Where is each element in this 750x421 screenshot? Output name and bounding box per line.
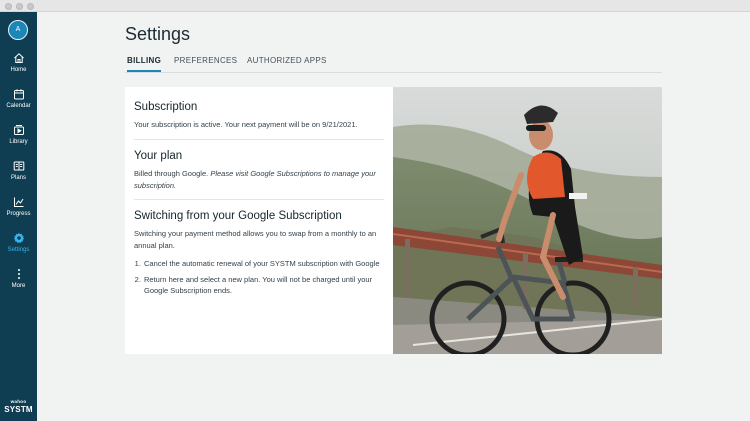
- calendar-icon: [13, 89, 24, 100]
- subscription-status-text: Your subscription is active. Your next p…: [134, 120, 358, 129]
- gear-icon: [13, 232, 24, 243]
- sidebar-item-library[interactable]: Library: [0, 124, 37, 156]
- sidebar-item-label: Settings: [7, 247, 30, 253]
- brand-big-text: SYSTM: [4, 405, 33, 414]
- avatar[interactable]: A: [8, 20, 28, 40]
- plan-billing-text: Billed through Google.: [134, 169, 209, 178]
- sidebar-item-label: Calendar: [6, 103, 31, 109]
- tab-authorized-apps[interactable]: AUTHORIZED APPS: [247, 56, 327, 65]
- plan-text-wrapper: Billed through Google. Please visit Goog…: [134, 168, 384, 191]
- window-titlebar: [0, 0, 750, 12]
- sidebar-item-label: More: [11, 283, 26, 289]
- plan-section: Your plan Billed through Google. Please …: [134, 140, 384, 200]
- cyclist-photo: [393, 87, 662, 354]
- zoom-window-button[interactable]: [27, 3, 34, 10]
- home-icon: [13, 53, 24, 63]
- sidebar-item-label: Plans: [10, 175, 26, 181]
- minimize-window-button[interactable]: [16, 3, 23, 10]
- tab-preferences[interactable]: PREFERENCES: [174, 56, 237, 65]
- switching-section: Switching from your Google Subscription …: [134, 200, 384, 297]
- billing-details: Subscription Your subscription is active…: [125, 87, 393, 354]
- sidebar-item-label: Library: [9, 139, 28, 145]
- subscription-section: Subscription Your subscription is active…: [134, 87, 384, 140]
- sidebar-item-label: Progress: [6, 211, 31, 217]
- tab-billing[interactable]: BILLING: [127, 56, 162, 72]
- switching-step: Cancel the automatic renewal of your SYS…: [143, 258, 384, 270]
- sidebar-item-plans[interactable]: Plans: [0, 160, 37, 192]
- switching-heading: Switching from your Google Subscription: [134, 210, 342, 222]
- sidebar-item-progress[interactable]: Progress: [0, 196, 37, 228]
- plan-heading: Your plan: [134, 150, 183, 162]
- switching-step: Return here and select a new plan. You w…: [143, 274, 384, 297]
- brand-logo: wahoo SYSTM: [0, 399, 37, 414]
- sidebar: A Home Calendar Library Plans Progress S…: [0, 12, 37, 421]
- close-window-button[interactable]: [5, 3, 12, 10]
- brand-small-text: wahoo: [10, 399, 27, 404]
- sidebar-item-settings[interactable]: Settings: [0, 232, 37, 264]
- sidebar-item-label: Home: [10, 67, 27, 73]
- more-icon: [17, 269, 20, 279]
- sidebar-item-more[interactable]: More: [0, 268, 37, 300]
- page-title: Settings: [125, 24, 191, 44]
- sidebar-item-calendar[interactable]: Calendar: [0, 88, 37, 120]
- progress-icon: [13, 197, 23, 207]
- switching-steps: Cancel the automatic renewal of your SYS…: [134, 258, 384, 297]
- switching-text: Switching your payment method allows you…: [134, 229, 377, 250]
- sidebar-item-home[interactable]: Home: [0, 52, 37, 84]
- billing-card: Subscription Your subscription is active…: [125, 87, 662, 354]
- settings-tabs: BILLING PREFERENCES AUTHORIZED APPS: [125, 55, 662, 73]
- library-icon: [13, 125, 24, 135]
- plans-icon: [13, 161, 24, 171]
- subscription-heading: Subscription: [134, 101, 198, 113]
